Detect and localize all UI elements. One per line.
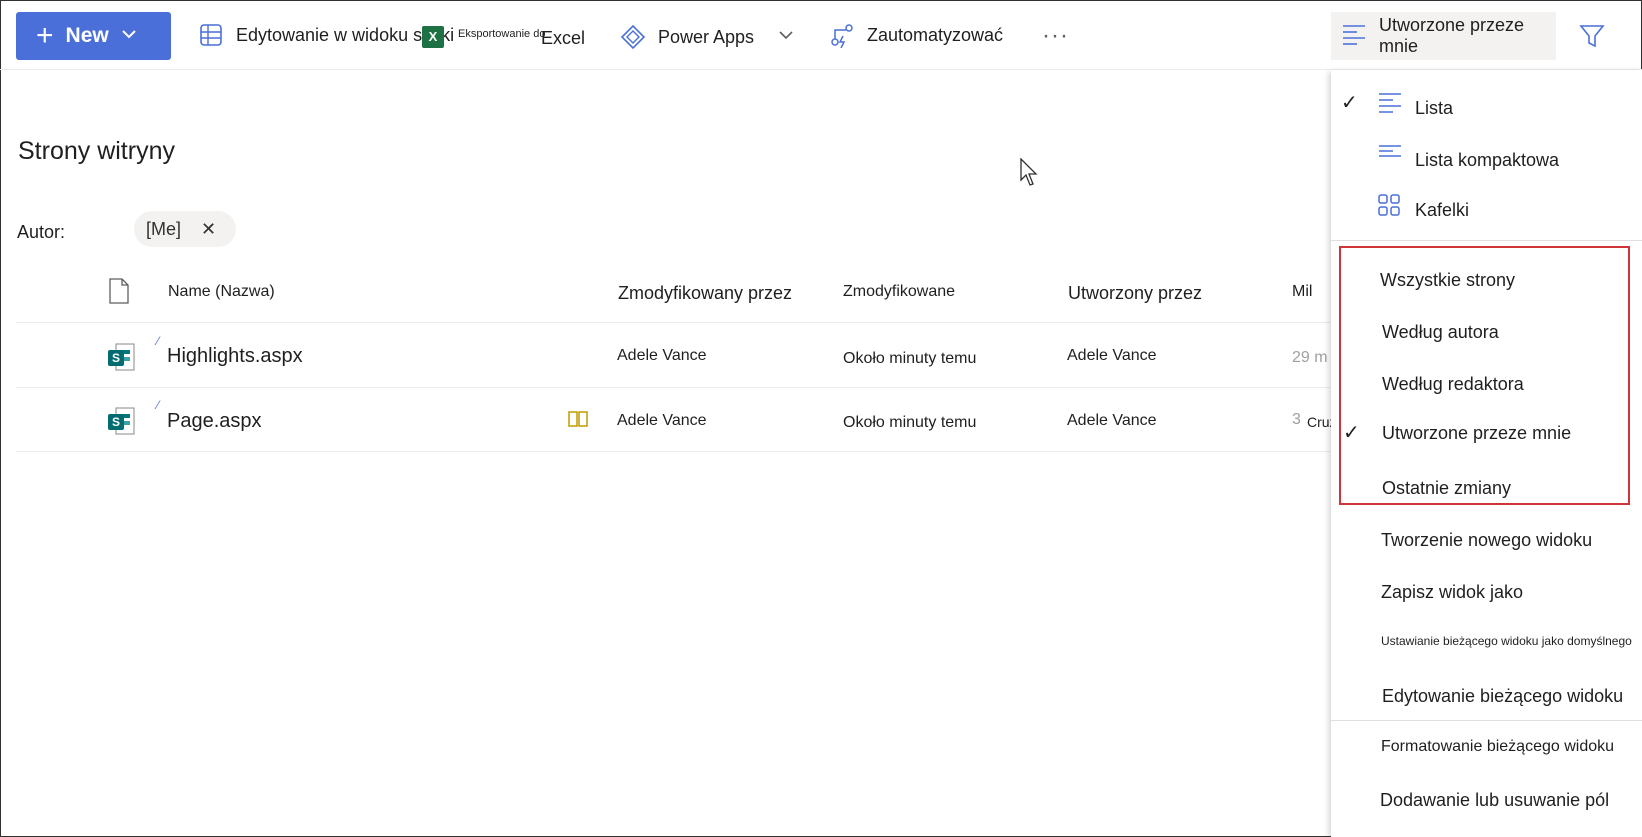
modified-by-cell: Adele Vance bbox=[617, 412, 707, 429]
power-apps-label: Power Apps bbox=[658, 26, 755, 47]
open-book-icon[interactable] bbox=[568, 410, 588, 433]
new-button[interactable]: + New bbox=[16, 12, 171, 60]
chevron-down-icon[interactable] bbox=[778, 27, 794, 48]
column-header-extra[interactable]: Mil bbox=[1292, 283, 1312, 301]
new-indicator-icon: ⁄ bbox=[157, 334, 160, 348]
menu-divider bbox=[1331, 720, 1642, 721]
modified-cell: Około minuty temu bbox=[843, 350, 977, 367]
header-divider bbox=[16, 322, 1330, 323]
power-apps-icon bbox=[620, 24, 646, 50]
view-selector-label: Utworzone przeze mnie bbox=[1379, 15, 1525, 56]
automate-button[interactable]: Zautomatyzować bbox=[829, 22, 1004, 49]
chevron-down-icon bbox=[121, 24, 137, 48]
highlight-box bbox=[1339, 246, 1630, 505]
tiles-icon bbox=[1377, 193, 1401, 222]
filter-label: Autor: bbox=[17, 222, 66, 242]
sharepoint-page-icon: S bbox=[107, 404, 137, 438]
power-apps-button[interactable]: Power Apps bbox=[620, 24, 794, 50]
menu-item-create-view[interactable]: Tworzenie nowego widoku bbox=[1331, 518, 1642, 558]
menu-item-edit-view[interactable]: Edytowanie bieżącego widoku bbox=[1331, 674, 1642, 714]
command-bar: + New Edytowanie w widoku siatki X Ekspo… bbox=[0, 0, 1642, 70]
sharepoint-page-icon: S bbox=[107, 340, 137, 374]
grid-edit-button[interactable]: Edytowanie w widoku siatki bbox=[198, 22, 454, 48]
menu-item-set-default-view[interactable]: Ustawianie bieżącego widoku jako domyśln… bbox=[1331, 622, 1642, 658]
modified-cell: Około minuty temu bbox=[843, 414, 977, 431]
file-type-icon bbox=[108, 278, 130, 309]
menu-item-label: Edytowanie bieżącego widoku bbox=[1382, 686, 1624, 706]
plus-icon: + bbox=[36, 19, 54, 52]
view-selector-button[interactable]: Utworzone przeze mnie bbox=[1331, 12, 1556, 60]
menu-item-format-view[interactable]: Formatowanie bieżącego widoku bbox=[1331, 726, 1642, 766]
mouse-cursor-icon bbox=[1020, 157, 1040, 193]
column-header-modified[interactable]: Zmodyfikowane bbox=[843, 283, 955, 301]
export-excel-button[interactable]: Excel bbox=[541, 28, 585, 49]
menu-item-label: Kafelki bbox=[1415, 200, 1470, 220]
more-icon[interactable]: ··· bbox=[1042, 22, 1069, 50]
filter-pill[interactable]: [Me] ✕ bbox=[134, 211, 236, 247]
automate-label: Zautomatyzować bbox=[867, 24, 1004, 45]
menu-item-label: Tworzenie nowego widoku bbox=[1381, 530, 1593, 550]
column-header-created-by[interactable]: Utworzony przez bbox=[1068, 283, 1202, 304]
modified-by-cell: Adele Vance bbox=[617, 347, 707, 364]
list-view-icon bbox=[1341, 21, 1367, 52]
menu-divider bbox=[1331, 240, 1642, 241]
column-header-name[interactable]: Name (Nazwa) bbox=[168, 283, 275, 301]
page-title: Strony witryny bbox=[18, 137, 175, 165]
file-name[interactable]: Highlights.aspx bbox=[167, 345, 303, 368]
close-icon[interactable]: ✕ bbox=[201, 219, 216, 240]
created-by-cell: Adele Vance bbox=[1067, 412, 1157, 429]
compact-list-icon bbox=[1377, 142, 1403, 173]
menu-item-label: Lista bbox=[1415, 98, 1454, 118]
extra-cell: 3 bbox=[1292, 411, 1301, 428]
automate-icon bbox=[829, 22, 855, 49]
new-button-label: New bbox=[65, 24, 109, 47]
menu-item-label: Zapisz widok jako bbox=[1381, 582, 1524, 602]
file-name[interactable]: Page.aspx bbox=[167, 410, 262, 433]
menu-item-label: Ustawianie bieżącego widoku jako domyśln… bbox=[1381, 634, 1632, 648]
export-prefix-label: Eksportowanie do bbox=[458, 28, 546, 40]
filter-icon[interactable] bbox=[1578, 22, 1606, 55]
new-indicator-icon: ⁄ bbox=[157, 398, 160, 412]
checkmark-icon: ✓ bbox=[1341, 92, 1358, 114]
svg-text:S: S bbox=[112, 351, 120, 365]
menu-item-kafelki[interactable]: Kafelki bbox=[1331, 190, 1642, 226]
row-divider bbox=[16, 451, 1330, 452]
svg-text:S: S bbox=[112, 415, 120, 429]
column-header-modified-by[interactable]: Zmodyfikowany przez bbox=[618, 283, 792, 304]
list-icon bbox=[1377, 90, 1403, 121]
filter-value: [Me] bbox=[146, 218, 182, 239]
menu-item-lista[interactable]: ✓ Lista bbox=[1331, 88, 1642, 124]
grid-icon bbox=[198, 22, 224, 48]
excel-icon[interactable]: X bbox=[422, 26, 444, 48]
menu-item-save-view-as[interactable]: Zapisz widok jako bbox=[1331, 570, 1642, 610]
row-divider bbox=[16, 387, 1330, 388]
menu-item-label: Formatowanie bieżącego widoku bbox=[1381, 738, 1615, 755]
created-by-cell: Adele Vance bbox=[1067, 347, 1157, 364]
menu-item-lista-kompaktowa[interactable]: Lista kompaktowa bbox=[1331, 140, 1642, 176]
extra-cell: 29 m bbox=[1292, 349, 1328, 366]
menu-item-add-remove-columns[interactable]: Dodawanie lub usuwanie pól bbox=[1331, 778, 1642, 818]
menu-item-label: Dodawanie lub usuwanie pól bbox=[1380, 790, 1610, 810]
menu-item-label: Lista kompaktowa bbox=[1415, 150, 1560, 170]
